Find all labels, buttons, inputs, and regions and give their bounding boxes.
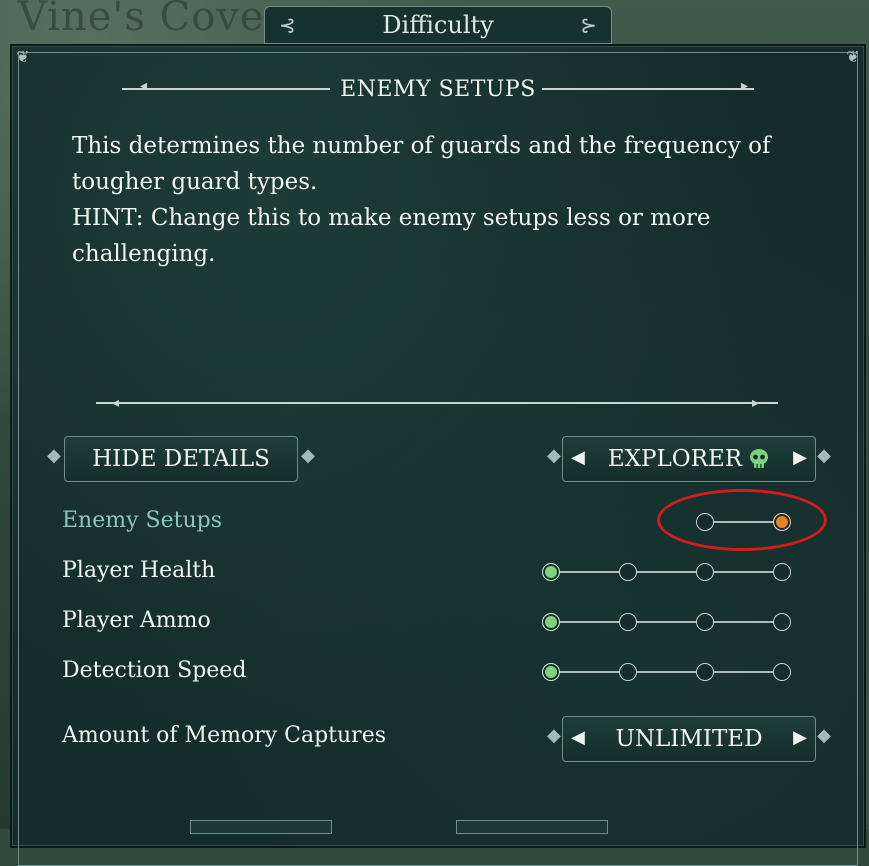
rule-tip-icon: ▸ (740, 78, 748, 94)
slider-step[interactable] (696, 613, 714, 631)
slider-step[interactable] (773, 613, 791, 631)
divider-tip-icon: ▸ (752, 395, 760, 411)
arrow-right-icon[interactable]: ▶ (793, 447, 807, 468)
slider-step-selected[interactable] (542, 563, 560, 581)
description-hint: challenging. (72, 241, 216, 267)
setting-description: This determines the number of guards and… (72, 128, 792, 272)
slider-step[interactable] (696, 563, 714, 581)
slider-step[interactable] (773, 563, 791, 581)
slider-step[interactable] (619, 613, 637, 631)
header-rule-right (542, 88, 754, 90)
arrow-right-icon[interactable]: ▶ (793, 727, 807, 748)
setting-label: Player Health (62, 558, 216, 583)
header-rule-left (122, 88, 330, 90)
preset-label: EXPLORER (607, 446, 743, 472)
arrow-left-icon[interactable]: ◀ (571, 727, 585, 748)
corner-ornament-icon: ❦ (16, 47, 30, 66)
description-hint: HINT: Change this to make enemy setups l… (72, 205, 711, 231)
slider-track (551, 571, 782, 573)
corner-ornament-icon: ❦ (846, 47, 860, 66)
flourish-left-icon: ⊰ (279, 13, 296, 37)
button-wing-left-icon: ◆ (547, 445, 561, 466)
description-line: This determines the number of guards and… (72, 133, 771, 159)
rule-tip-icon: ◂ (140, 78, 148, 94)
setting-label: Detection Speed (62, 658, 247, 683)
hide-details-button[interactable]: ◆ HIDE DETAILS ◆ (47, 436, 315, 482)
section-title: ENEMY SETUPS (340, 76, 536, 102)
slider-step[interactable] (619, 663, 637, 681)
slider-step-selected[interactable] (542, 663, 560, 681)
slider-step[interactable] (773, 663, 791, 681)
arrow-left-icon[interactable]: ◀ (571, 447, 585, 468)
button-wing-left-icon: ◆ (547, 725, 561, 746)
memory-captures-value: UNLIMITED (615, 726, 763, 752)
section-header: ◂ ENEMY SETUPS ▸ (122, 74, 754, 104)
slider-track (551, 621, 782, 623)
bottom-button-fragment (456, 820, 608, 834)
divider-tip-icon: ◂ (112, 395, 120, 411)
memory-captures-selector[interactable]: ◆ ◀ UNLIMITED ▶ ◆ (547, 716, 831, 762)
highlight-ring (657, 489, 827, 551)
button-wing-right-icon: ◆ (817, 725, 831, 746)
button-wing-left-icon: ◆ (47, 445, 61, 466)
tab-title: Difficulty (382, 11, 494, 39)
bottom-button-fragment (190, 820, 332, 834)
hide-details-label: HIDE DETAILS (92, 446, 270, 472)
button-wing-right-icon: ◆ (301, 445, 315, 466)
divider (96, 402, 778, 404)
slider-track (551, 671, 782, 673)
difficulty-preset-selector[interactable]: ◆ ◀ EXPLORER ▶ ◆ (547, 436, 831, 482)
slider-step-selected[interactable] (542, 613, 560, 631)
memory-captures-label: Amount of Memory Captures (62, 723, 387, 748)
flourish-right-icon: ⊱ (580, 13, 597, 37)
button-wing-right-icon: ◆ (817, 445, 831, 466)
skull-icon (750, 449, 769, 468)
description-line: tougher guard types. (72, 169, 318, 195)
difficulty-tab: ⊰ Difficulty ⊱ (264, 6, 612, 44)
map-location-title: Vine's Cove (18, 0, 265, 40)
setting-label: Enemy Setups (62, 508, 223, 533)
slider-step[interactable] (696, 663, 714, 681)
setting-label: Player Ammo (62, 608, 211, 633)
slider-step[interactable] (619, 563, 637, 581)
